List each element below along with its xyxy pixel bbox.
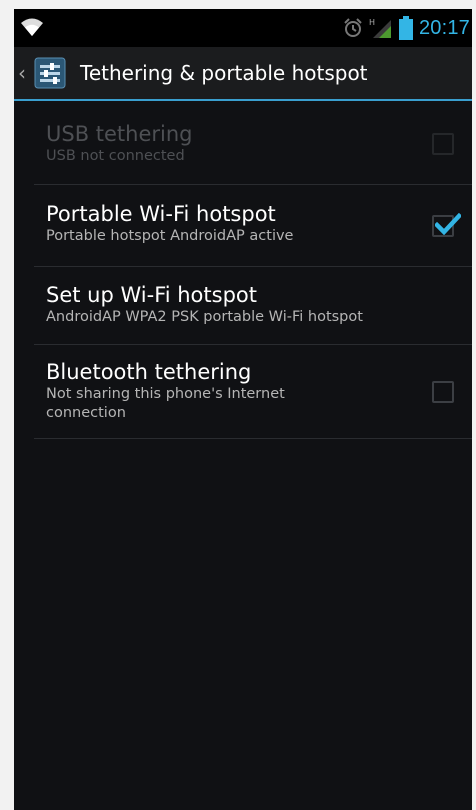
list-item-set-up-wifi-hotspot[interactable]: Set up Wi-Fi hotspot AndroidAP WPA2 PSK … bbox=[34, 267, 472, 345]
list-item-portable-wifi-hotspot[interactable]: Portable Wi-Fi hotspot Portable hotspot … bbox=[34, 185, 472, 267]
settings-sliders-icon bbox=[34, 57, 66, 89]
checkmark-icon bbox=[435, 213, 461, 235]
list-item-usb-tethering: USB tethering USB not connected bbox=[34, 103, 472, 185]
battery-icon bbox=[398, 16, 413, 40]
settings-list: USB tethering USB not connected Portable… bbox=[14, 103, 472, 439]
item-title: Portable Wi-Fi hotspot bbox=[46, 202, 276, 226]
status-bar: H 20:17 bbox=[14, 9, 472, 47]
list-item-bluetooth-tethering[interactable]: Bluetooth tethering Not sharing this pho… bbox=[34, 345, 472, 439]
page-title: Tethering & portable hotspot bbox=[80, 61, 368, 85]
usb-tethering-checkbox bbox=[432, 133, 454, 155]
back-caret-icon[interactable]: ‹ bbox=[18, 61, 28, 85]
signal-icon: H bbox=[369, 18, 391, 38]
alarm-icon bbox=[344, 18, 362, 37]
item-subtitle: Portable hotspot AndroidAP active bbox=[46, 228, 294, 244]
item-subtitle: Not sharing this phone's Internet connec… bbox=[46, 386, 285, 421]
status-time: 20:17 bbox=[418, 16, 470, 39]
item-title: Bluetooth tethering bbox=[46, 360, 252, 384]
portable-wifi-hotspot-checkbox[interactable] bbox=[432, 213, 461, 237]
bluetooth-tethering-checkbox[interactable] bbox=[432, 381, 454, 403]
item-title: USB tethering bbox=[46, 122, 193, 146]
status-icons: H 20:17 bbox=[343, 15, 470, 41]
action-bar[interactable]: ‹ Tethering & portable hotspot bbox=[14, 47, 472, 101]
item-subtitle: AndroidAP WPA2 PSK portable Wi-Fi hotspo… bbox=[46, 309, 363, 325]
phone-screen: H 20:17 ‹ Tethering & portable hotspot U… bbox=[14, 9, 472, 810]
wifi-icon bbox=[21, 18, 43, 36]
item-subtitle: USB not connected bbox=[46, 148, 185, 164]
svg-text:H: H bbox=[369, 18, 375, 27]
item-title: Set up Wi-Fi hotspot bbox=[46, 283, 257, 307]
